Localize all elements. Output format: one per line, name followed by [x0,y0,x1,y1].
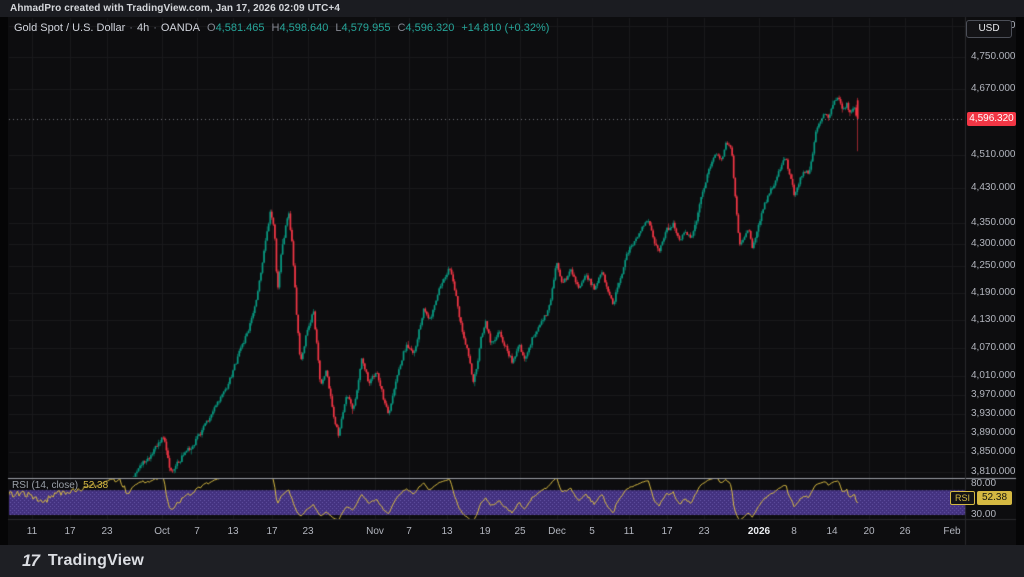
low-value: 4,579.955 [342,22,391,34]
time-tick-label: 14 [826,526,837,537]
time-tick-label: 23 [101,526,112,537]
candlestick-chart-canvas[interactable] [0,0,1024,577]
rsi-axis-upper: 80.00 [971,479,996,489]
price-tick-label: 4,130.000 [971,315,1016,325]
time-tick-label: 11 [27,526,37,537]
time-tick-label: 7 [194,526,200,537]
rsi-title-value: 52.38 [83,480,108,491]
time-tick-label: 8 [791,526,797,537]
time-tick-label: 13 [227,526,238,537]
price-tick-label: 4,300.000 [971,239,1016,249]
price-tick-label: 4,070.000 [971,343,1016,353]
tradingview-logo[interactable]: 17 TradingView [22,550,144,572]
time-tick-label: 13 [441,526,452,537]
price-tick-label: 3,930.000 [971,409,1016,419]
price-tick-label: 4,750.000 [971,52,1016,62]
rsi-indicator-title[interactable]: RSI (14, close) 52.38 [12,480,108,491]
time-tick-label: 19 [479,526,490,537]
price-tick-label: 4,190.000 [971,288,1016,298]
rsi-name: RSI [12,480,29,491]
time-tick-label: Feb [943,526,960,537]
time-tick-label: 7 [406,526,412,537]
price-tick-label: 3,810.000 [971,467,1016,477]
time-tick-label: 23 [302,526,313,537]
rsi-axis-lower: 30.00 [971,510,996,520]
price-tick-label: 4,010.000 [971,371,1016,381]
rsi-params: (14, close) [31,480,78,491]
time-tick-label: Oct [154,526,170,537]
price-tick-label: 4,250.000 [971,261,1016,271]
symbol-legend[interactable]: Gold Spot / U.S. Dollar · 4h · OANDA O4,581.4… [14,21,549,35]
rsi-badge-label: RSI [950,491,975,505]
rsi-badge-value: 52.38 [977,491,1012,505]
price-tick-label: 4,510.000 [971,150,1016,160]
exchange-label: OANDA [161,22,200,34]
time-tick-label: 23 [698,526,709,537]
time-tick-label: 11 [624,526,634,537]
price-tick-label: 3,890.000 [971,428,1016,438]
interval-label[interactable]: 4h [137,22,149,34]
tradingview-wordmark: TradingView [48,552,144,570]
open-key: O [207,22,216,34]
open-value: 4,581.465 [216,22,265,34]
price-tick-label: 4,670.000 [971,84,1016,94]
time-tick-label: 17 [266,526,277,537]
time-tick-label: 17 [661,526,672,537]
price-tick-label: 4,350.000 [971,218,1016,228]
symbol-name[interactable]: Gold Spot / U.S. Dollar [14,22,125,34]
time-tick-label: Dec [548,526,566,537]
time-tick-label: 17 [64,526,75,537]
price-tick-label: 3,970.000 [971,390,1016,400]
change-value: +14.810 (+0.32%) [461,22,549,34]
close-value: 4,596.320 [405,22,454,34]
last-price-badge: 4,596.320 [967,112,1016,126]
high-value: 4,598.640 [279,22,328,34]
legend-separator: · [153,22,157,34]
tradingview-chart-page: AhmadPro created with TradingView.com, J… [0,0,1024,577]
tradingview-logo-icon: 17 [22,551,39,571]
price-tick-label: 4,430.000 [971,183,1016,193]
price-tick-label: 3,850.000 [971,447,1016,457]
attribution-text: AhmadPro created with TradingView.com, J… [10,0,340,17]
time-tick-label: 25 [514,526,525,537]
time-tick-label: 2026 [748,526,770,537]
time-tick-label: 5 [589,526,595,537]
currency-button[interactable]: USD [966,20,1012,38]
legend-separator: · [129,22,133,34]
time-tick-label: 20 [863,526,874,537]
time-tick-label: 26 [899,526,910,537]
time-tick-label: Nov [366,526,384,537]
